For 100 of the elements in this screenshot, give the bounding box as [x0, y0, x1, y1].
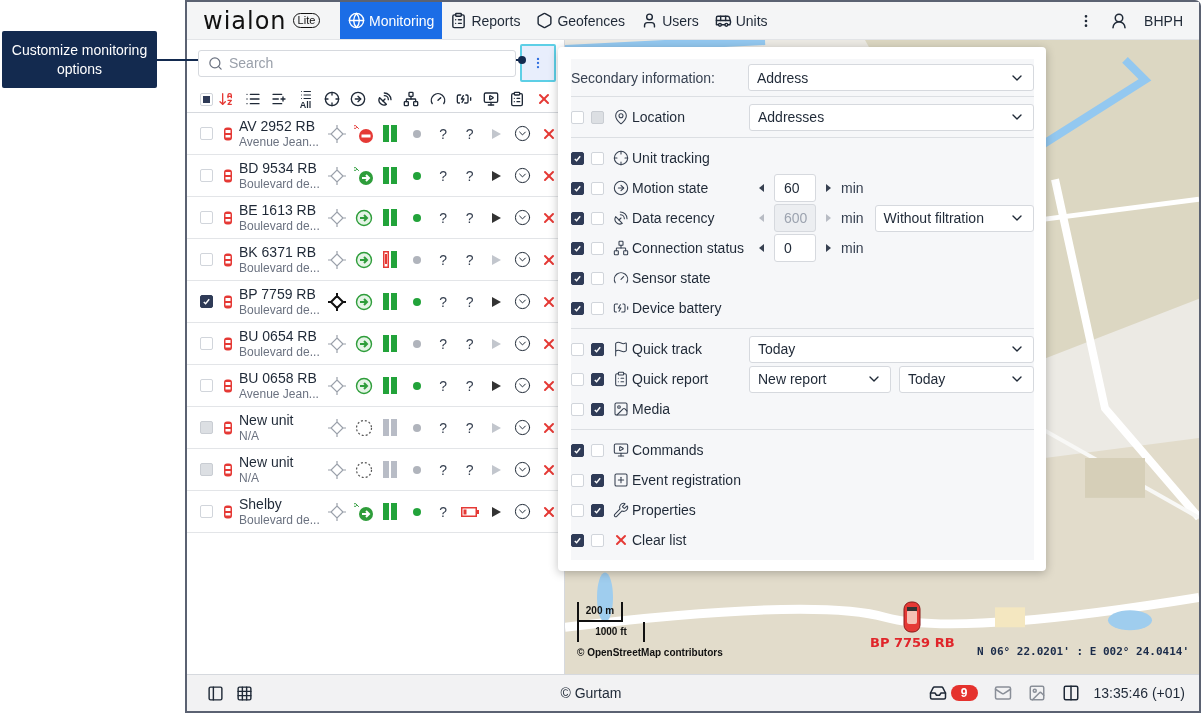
- checkbox[interactable]: [200, 295, 213, 308]
- crosshair-icon[interactable]: [323, 91, 340, 107]
- dropdown-icon[interactable]: [514, 335, 532, 352]
- dropdown-icon[interactable]: [514, 125, 532, 142]
- dropdown-icon[interactable]: [514, 251, 532, 268]
- tracking-icon[interactable]: [328, 124, 347, 143]
- select-field[interactable]: Address: [748, 64, 1034, 91]
- unit-name: New unit: [239, 453, 295, 470]
- tracking-icon[interactable]: [328, 334, 347, 353]
- unit-address: Boulevard de...: [239, 343, 321, 360]
- dropdown-icon[interactable]: [514, 293, 532, 310]
- number-field[interactable]: 0: [774, 234, 816, 262]
- crosshair-icon: [613, 150, 629, 166]
- select-all-checkbox[interactable]: [200, 92, 213, 106]
- search-field[interactable]: Search: [198, 49, 516, 77]
- checkbox[interactable]: [571, 301, 584, 315]
- unit-name: Shelby: [239, 495, 283, 512]
- monitor-icon[interactable]: [482, 91, 499, 107]
- play-icon[interactable]: [491, 506, 501, 517]
- checkbox[interactable]: [571, 533, 584, 547]
- dropdown-icon[interactable]: [514, 167, 532, 184]
- scale-label: 200 m: [577, 602, 623, 622]
- tracking-icon[interactable]: [328, 250, 347, 269]
- play-icon[interactable]: [491, 296, 501, 307]
- tracking-icon[interactable]: [328, 292, 347, 311]
- user-name[interactable]: BHPH: [1144, 12, 1183, 29]
- scale-label: 1000 ft: [577, 622, 645, 642]
- arrow-circle-icon[interactable]: [350, 91, 367, 107]
- battery-state: ?: [465, 419, 474, 436]
- option-label: Location: [632, 109, 686, 125]
- increment-arrow[interactable]: [826, 244, 831, 252]
- checkbox[interactable]: [571, 271, 584, 285]
- tracking-icon[interactable]: [328, 502, 347, 521]
- battery-icon[interactable]: [456, 91, 473, 107]
- clipboard-icon[interactable]: [509, 91, 526, 107]
- checkbox[interactable]: [591, 372, 604, 386]
- dropdown-icon[interactable]: [514, 503, 532, 520]
- columns-icon[interactable]: [1061, 684, 1080, 702]
- battery-state: ?: [465, 251, 474, 268]
- network-icon[interactable]: [403, 91, 420, 107]
- car-icon: [223, 420, 233, 435]
- checkbox[interactable]: [571, 443, 584, 457]
- satellite-dish-icon[interactable]: [376, 91, 393, 107]
- list-icon[interactable]: [244, 91, 261, 107]
- clock: 13:35:46 (+01): [1093, 685, 1185, 701]
- unit-address: N/A: [239, 469, 260, 486]
- checkbox[interactable]: [591, 473, 604, 487]
- checkbox[interactable]: [571, 151, 584, 165]
- play-icon[interactable]: [491, 170, 501, 181]
- notifications-icon[interactable]: [928, 684, 947, 702]
- checkbox[interactable]: [571, 211, 584, 225]
- image-icon[interactable]: [1027, 684, 1046, 702]
- network-icon: [613, 240, 629, 256]
- mail-icon[interactable]: [993, 684, 1012, 702]
- tracking-icon[interactable]: [328, 376, 347, 395]
- nav-tab[interactable]: Users: [633, 2, 707, 39]
- apps-grid-icon[interactable]: [236, 684, 253, 702]
- show-all-button[interactable]: All: [292, 89, 319, 109]
- select-field[interactable]: Without filtration: [874, 204, 1034, 232]
- car-icon: [223, 126, 233, 141]
- checkbox[interactable]: [591, 402, 604, 416]
- battery-state: ?: [465, 125, 474, 142]
- nav-tab[interactable]: Geofences: [528, 2, 634, 39]
- dropdown-icon[interactable]: [514, 209, 532, 226]
- nav-tab[interactable]: Monitoring: [340, 2, 443, 39]
- select-field[interactable]: Addresses: [749, 103, 1034, 131]
- dropdown-icon[interactable]: [514, 419, 532, 436]
- logo: wialon: [203, 6, 287, 35]
- tracking-icon[interactable]: [328, 208, 347, 227]
- copyright: © Gurtam: [560, 685, 622, 701]
- add-list-icon[interactable]: [271, 91, 288, 107]
- gauge-icon[interactable]: [429, 91, 446, 107]
- checkbox[interactable]: [571, 241, 584, 255]
- checkbox[interactable]: [571, 181, 584, 195]
- sort-icon[interactable]: [218, 91, 235, 107]
- increment-arrow[interactable]: [826, 184, 831, 192]
- nav-tab[interactable]: Units: [706, 2, 776, 39]
- checkbox[interactable]: [591, 342, 604, 356]
- unit-name: AV 2952 RB: [239, 117, 316, 134]
- options-menu-button[interactable]: [520, 44, 556, 82]
- arrow-circle-icon: [613, 180, 629, 196]
- tracking-icon[interactable]: [328, 166, 347, 185]
- checkbox[interactable]: [591, 503, 604, 517]
- select-field[interactable]: Today: [749, 335, 1034, 363]
- panel-toggle-icon[interactable]: [207, 684, 224, 702]
- user-icon[interactable]: [1110, 11, 1129, 30]
- select-field[interactable]: Today: [899, 365, 1034, 393]
- sensor-state: ?: [439, 251, 448, 268]
- leader-dot: [518, 56, 526, 64]
- select-field[interactable]: New report: [749, 365, 891, 393]
- decrement-arrow[interactable]: [759, 184, 764, 192]
- car-marker-icon[interactable]: [903, 601, 922, 633]
- play-icon[interactable]: [491, 380, 501, 391]
- number-field[interactable]: 60: [774, 174, 816, 202]
- option-label: Clear list: [632, 532, 688, 548]
- decrement-arrow[interactable]: [759, 244, 764, 252]
- dropdown-icon[interactable]: [514, 377, 532, 394]
- dropdown-icon[interactable]: [514, 461, 532, 478]
- play-icon[interactable]: [491, 212, 501, 223]
- nav-tab[interactable]: Reports: [442, 2, 529, 39]
